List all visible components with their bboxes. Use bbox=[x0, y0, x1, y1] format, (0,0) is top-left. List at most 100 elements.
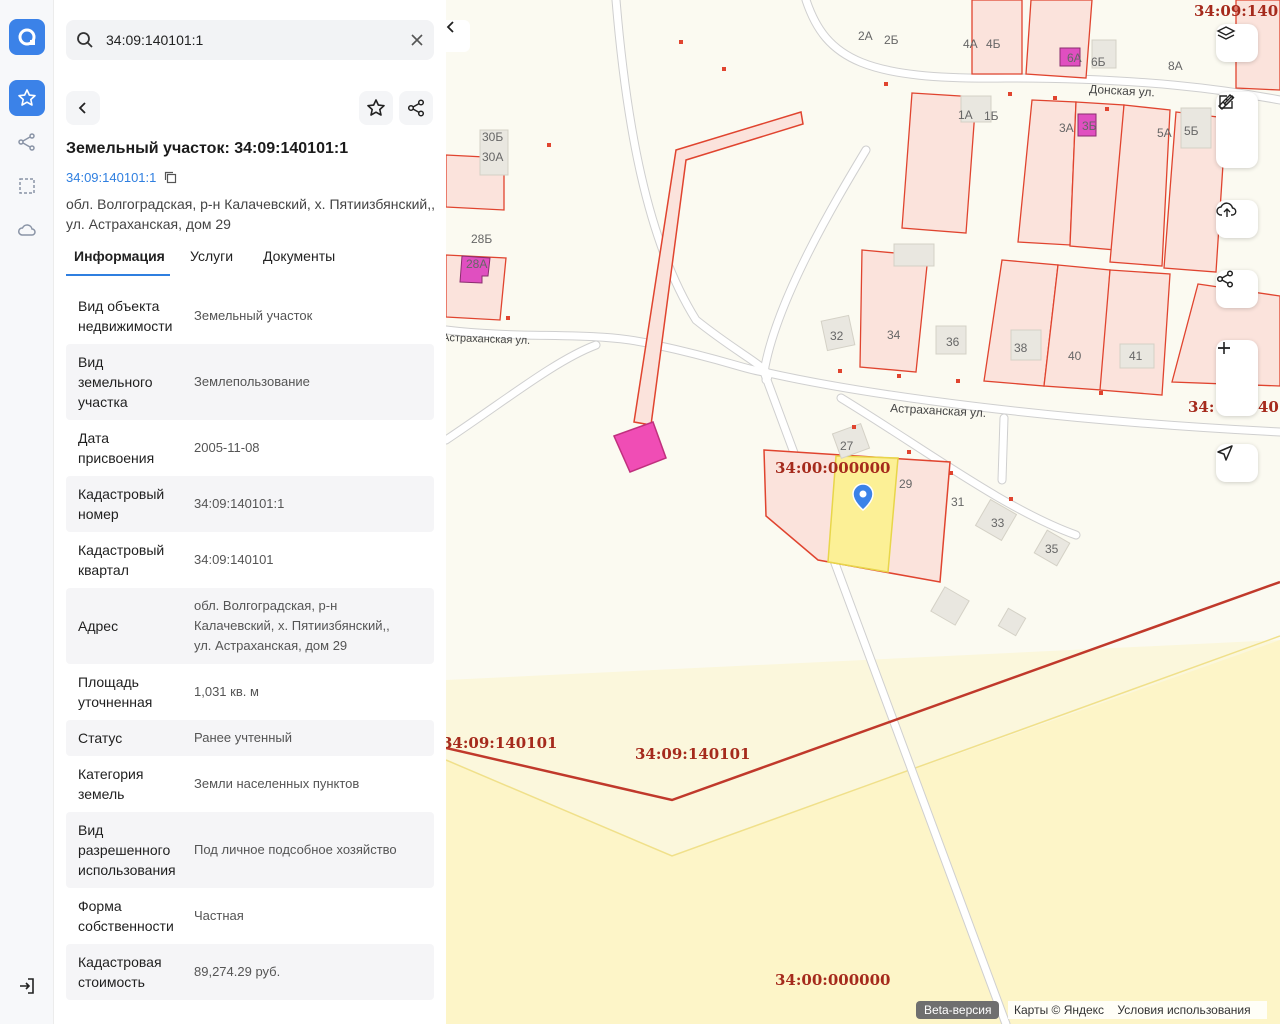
logout-icon[interactable] bbox=[9, 968, 45, 1004]
upload-control[interactable] bbox=[1216, 200, 1258, 238]
info-row-value-line: Ранее учтенный bbox=[194, 730, 292, 745]
object-address: обл. Волгоградская, р-н Калачевский, х. … bbox=[66, 194, 438, 234]
info-row-key: Площадь уточненная bbox=[78, 672, 188, 712]
info-row: Вид земельного участка Землепользование bbox=[66, 344, 434, 420]
info-row-key-line: Вид bbox=[78, 822, 104, 838]
routes-icon[interactable] bbox=[9, 124, 45, 160]
layers-control[interactable] bbox=[1216, 24, 1258, 62]
svg-text:32: 32 bbox=[830, 329, 844, 343]
info-row-value-line: 1,031 кв. м bbox=[194, 684, 259, 699]
info-row-key: Статус bbox=[78, 728, 188, 748]
info-row-value-line: Частная bbox=[194, 908, 244, 923]
info-row: Кадастровая стоимость 89,274.29 руб. bbox=[66, 944, 434, 1000]
svg-text:1Б: 1Б bbox=[984, 109, 999, 123]
geolocation-control[interactable] bbox=[1216, 444, 1258, 482]
info-row-key-line: использования bbox=[78, 862, 176, 878]
zoom-out-icon[interactable] bbox=[1216, 347, 1258, 416]
zoom-control bbox=[1216, 340, 1258, 416]
info-row-value: 2005-11-08 bbox=[194, 438, 426, 458]
info-row-key-line: квартал bbox=[78, 562, 129, 578]
info-row-key: Вид разрешенного использования bbox=[78, 820, 188, 880]
info-row: Форма собственности Частная bbox=[66, 888, 434, 944]
cloud-icon[interactable] bbox=[9, 212, 45, 248]
info-row-value-line: обл. Волгоградская, р-н bbox=[194, 598, 338, 613]
svg-text:27: 27 bbox=[840, 439, 854, 453]
map-credits: Карты © Яндекс Условия использования bbox=[1008, 1001, 1267, 1019]
navigation-arrow-icon[interactable] bbox=[1216, 444, 1258, 482]
collapse-panel-button[interactable] bbox=[446, 20, 470, 52]
info-row-key-line: Статус bbox=[78, 730, 123, 746]
svg-text:3Б: 3Б bbox=[1082, 119, 1097, 133]
map-canvas[interactable]: Донская ул. Астраханская ул. Астраханска… bbox=[446, 0, 1280, 1024]
info-row-key-line: Дата bbox=[78, 430, 110, 446]
info-row-value: 34:09:140101:1 bbox=[194, 494, 426, 514]
svg-text:34: 34 bbox=[887, 328, 901, 342]
share-icon[interactable] bbox=[1216, 270, 1258, 308]
clear-search-icon[interactable] bbox=[410, 33, 424, 47]
map[interactable]: Донская ул. Астраханская ул. Астраханска… bbox=[446, 0, 1280, 1024]
info-row-value-line: Земли населенных пунктов bbox=[194, 776, 360, 791]
tab-services[interactable]: Услуги bbox=[190, 248, 233, 264]
info-row-value-line: Под личное подсобное хозяйство bbox=[194, 842, 397, 857]
svg-text:34:09:140101: 34:09:140101 bbox=[446, 734, 557, 752]
info-row-value-line: 2005-11-08 bbox=[194, 440, 260, 455]
tab-documents[interactable]: Документы bbox=[263, 248, 335, 264]
svg-text:30Б: 30Б bbox=[482, 130, 503, 144]
info-row-key-line: Категория bbox=[78, 766, 144, 782]
info-row-key-line: Вид объекта bbox=[78, 298, 160, 314]
select-area-icon[interactable] bbox=[9, 168, 45, 204]
layers-icon[interactable] bbox=[1216, 24, 1258, 62]
svg-text:40: 40 bbox=[1068, 349, 1082, 363]
info-row-key-line: Адрес bbox=[78, 618, 119, 634]
chevron-left-icon bbox=[78, 102, 86, 114]
info-row: Вид объекта недвижимости Земельный участок bbox=[66, 288, 434, 344]
favorites-icon[interactable] bbox=[9, 80, 45, 116]
chevron-left-icon bbox=[446, 21, 454, 33]
search-icon bbox=[77, 32, 93, 48]
active-tab-indicator bbox=[66, 274, 170, 276]
info-row-value-line: Землепользование bbox=[194, 374, 310, 389]
info-row-key-line: разрешенного bbox=[78, 842, 171, 858]
tabs: Информация Услуги Документы bbox=[66, 246, 434, 276]
share-map-control[interactable] bbox=[1216, 270, 1258, 308]
svg-text:40: 40 bbox=[1258, 398, 1279, 416]
cloud-upload-icon[interactable] bbox=[1216, 200, 1258, 238]
back-button[interactable] bbox=[66, 91, 100, 125]
svg-text:34:: 34: bbox=[1188, 398, 1214, 416]
terms-link[interactable]: Условия использования bbox=[1117, 1003, 1250, 1017]
share-button[interactable] bbox=[399, 91, 433, 125]
app-logo-icon[interactable] bbox=[9, 19, 45, 55]
info-row-key: Кадастровая стоимость bbox=[78, 952, 188, 992]
info-table: Вид объекта недвижимости Земельный участок… bbox=[66, 288, 434, 1000]
left-rail bbox=[0, 0, 54, 1024]
svg-text:34:09:140: 34:09:140 bbox=[1194, 2, 1278, 20]
object-title: Земельный участок: 34:09:140101:1 bbox=[66, 140, 349, 157]
info-row-key-line: присвоения bbox=[78, 450, 155, 466]
info-row-value-line: Калачевский, х. Пятиизбянский,, bbox=[194, 618, 390, 633]
info-panel: 34:09:140101:1 Земельный участок: 34:09:… bbox=[54, 0, 446, 1024]
info-row-value: Под личное подсобное хозяйство bbox=[194, 840, 426, 860]
tab-information[interactable]: Информация bbox=[74, 248, 165, 264]
svg-text:29: 29 bbox=[899, 477, 913, 491]
cadastral-number-link[interactable]: 34:09:140101:1 bbox=[66, 170, 177, 185]
search-input[interactable]: 34:09:140101:1 bbox=[106, 32, 203, 48]
address-line: ул. Астраханская, дом 29 bbox=[66, 216, 231, 232]
info-row-value-line: 89,274.29 руб. bbox=[194, 964, 281, 979]
search-box[interactable]: 34:09:140101:1 bbox=[66, 20, 434, 60]
info-row-key-line: Форма bbox=[78, 898, 122, 914]
cadastral-number-text: 34:09:140101:1 bbox=[66, 170, 157, 185]
info-row: Статус Ранее учтенный bbox=[66, 720, 434, 756]
edit-icon[interactable] bbox=[1216, 95, 1258, 168]
svg-text:6Б: 6Б bbox=[1091, 55, 1106, 69]
svg-text:36: 36 bbox=[946, 335, 960, 349]
info-row: Кадастровый квартал 34:09:140101 bbox=[66, 532, 434, 588]
info-row-key: Дата присвоения bbox=[78, 428, 188, 468]
info-row-key-line: Вид bbox=[78, 354, 104, 370]
svg-text:35: 35 bbox=[1045, 542, 1059, 556]
copyright-text: Карты © Яндекс bbox=[1014, 1003, 1105, 1017]
share-icon bbox=[407, 99, 425, 117]
copy-icon[interactable] bbox=[164, 171, 177, 184]
info-row-key: Форма собственности bbox=[78, 896, 188, 936]
favorite-button[interactable] bbox=[359, 91, 393, 125]
info-row: Площадь уточненная 1,031 кв. м bbox=[66, 664, 434, 720]
